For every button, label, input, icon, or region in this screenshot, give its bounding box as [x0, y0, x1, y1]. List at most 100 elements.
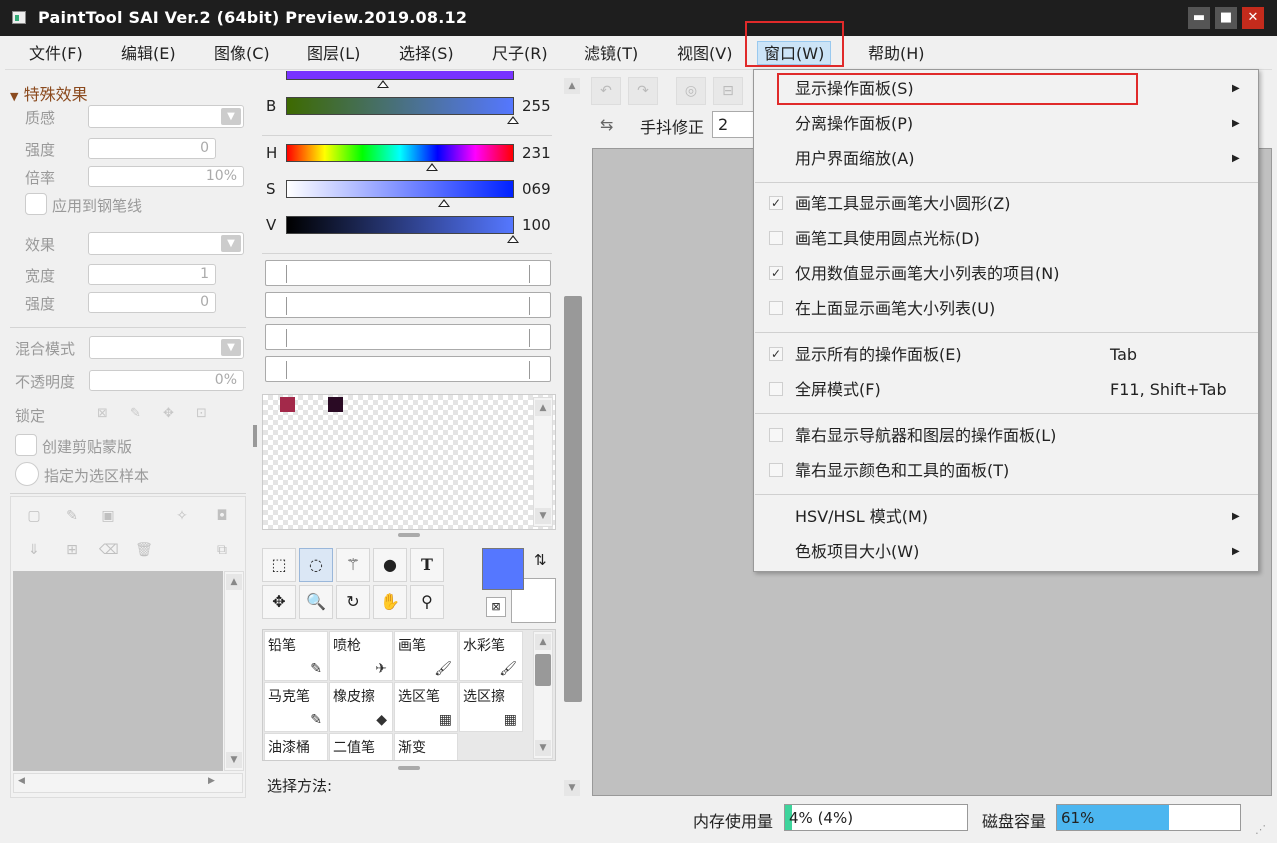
brush-marker[interactable]: 马克笔 ✎: [264, 682, 328, 732]
rect-select-tool[interactable]: ⬚: [262, 548, 296, 582]
brush-watercolor[interactable]: 水彩笔 🖌: [459, 631, 523, 681]
color-mix-bar-1[interactable]: [265, 260, 551, 286]
menu-select[interactable]: 选择(S): [393, 42, 460, 66]
hand-tool[interactable]: ✋: [373, 585, 407, 619]
layer-list[interactable]: [13, 571, 223, 771]
selection-sample-radio[interactable]: [15, 462, 39, 486]
menu-window[interactable]: 窗口(W): [757, 41, 832, 65]
menu-filter[interactable]: 滤镜(T): [578, 42, 644, 66]
maximize-button[interactable]: ■: [1215, 7, 1237, 29]
menu-numeric-size-list[interactable]: ✓ 仅用数值显示画笔大小列表的项目(N): [754, 256, 1258, 291]
brush-bucket[interactable]: 油漆桶: [264, 733, 328, 760]
effect-select[interactable]: ▼: [88, 232, 244, 255]
menu-swatch-size[interactable]: 色板项目大小(W) ▶: [754, 534, 1258, 569]
swatch-scrollbar[interactable]: ▲ ▼: [533, 397, 553, 527]
splitter-handle[interactable]: [398, 533, 420, 537]
mask-icon[interactable]: ◘: [213, 507, 231, 525]
texture-select[interactable]: ▼: [88, 105, 244, 128]
menu-navigator-right[interactable]: 靠右显示导航器和图层的操作面板(L): [754, 418, 1258, 453]
menu-hsv-hsl-mode[interactable]: HSV/HSL 模式(M) ▶: [754, 499, 1258, 534]
v-slider-thumb[interactable]: [507, 235, 519, 243]
brush-scrollbar[interactable]: ▲ ▼: [533, 631, 553, 759]
lasso-tool[interactable]: ◌: [299, 548, 333, 582]
clear-icon[interactable]: ⌫: [99, 541, 119, 559]
b-slider[interactable]: [286, 97, 514, 115]
s-value[interactable]: 069: [522, 180, 551, 198]
b-slider-thumb[interactable]: [507, 116, 519, 124]
menu-help[interactable]: 帮助(H): [862, 42, 931, 66]
swatch-palette[interactable]: ▲ ▼: [262, 394, 556, 530]
brush-brush[interactable]: 画笔 🖌: [394, 631, 458, 681]
reset-colors-icon[interactable]: ⊠: [486, 597, 506, 617]
undo-button[interactable]: ↶: [591, 77, 621, 105]
b-value[interactable]: 255: [522, 97, 551, 115]
scroll-down-icon[interactable]: ▼: [535, 508, 551, 524]
new-fx-layer-icon[interactable]: ✧: [173, 507, 191, 525]
color-swatch[interactable]: [328, 397, 343, 412]
brush-eraser[interactable]: 橡皮擦 ◆: [329, 682, 393, 732]
brush-gradient[interactable]: 渐变: [394, 733, 458, 760]
v-value[interactable]: 100: [522, 216, 551, 234]
flip-icon[interactable]: ⇆: [600, 115, 613, 134]
apply-pen-checkbox[interactable]: [25, 193, 47, 215]
scroll-up-icon[interactable]: ▲: [535, 634, 551, 650]
clipping-mask-checkbox[interactable]: [15, 434, 37, 456]
menu-ruler[interactable]: 尺子(R): [486, 42, 554, 66]
swap-colors-icon[interactable]: ⇅: [534, 551, 547, 569]
h-slider[interactable]: [286, 144, 514, 162]
scroll-up-icon[interactable]: ▲: [564, 78, 580, 94]
menu-color-tools-right[interactable]: 靠右显示颜色和工具的面板(T): [754, 453, 1258, 488]
color-mix-bar-4[interactable]: [265, 356, 551, 382]
scroll-left-icon[interactable]: ◀: [18, 776, 25, 786]
zoom-tool[interactable]: 🔍: [299, 585, 333, 619]
lock-all-icon[interactable]: ⊡: [196, 406, 207, 421]
scroll-right-icon[interactable]: ▶: [208, 776, 215, 786]
menu-detach-panels[interactable]: 分离操作面板(P) ▶: [754, 106, 1258, 141]
color-swatch[interactable]: [280, 397, 295, 412]
eyedropper-tool[interactable]: ⚲: [410, 585, 444, 619]
scale-input[interactable]: 10%: [88, 166, 244, 187]
blend-mode-select[interactable]: ▼: [89, 336, 244, 359]
color-mix-bar-3[interactable]: [265, 324, 551, 350]
primary-color-swatch[interactable]: [482, 548, 524, 590]
merge-icon[interactable]: ⊞: [63, 541, 81, 559]
v-slider[interactable]: [286, 216, 514, 234]
close-button[interactable]: ✕: [1242, 7, 1264, 29]
s-slider[interactable]: [286, 180, 514, 198]
scroll-down-icon[interactable]: ▼: [226, 752, 242, 768]
slider-thumb[interactable]: [377, 80, 389, 88]
menu-file[interactable]: 文件(F): [23, 42, 89, 66]
width-input[interactable]: 1: [88, 264, 216, 285]
menu-brush-circle[interactable]: ✓ 画笔工具显示画笔大小圆形(Z): [754, 186, 1258, 221]
stabilizer-input[interactable]: 2: [712, 111, 754, 138]
move-down-icon[interactable]: ⇓: [25, 541, 43, 559]
strength-input[interactable]: 0: [88, 138, 216, 159]
scroll-down-icon[interactable]: ▼: [564, 780, 580, 796]
menu-size-list-top[interactable]: 在上面显示画笔大小列表(U): [754, 291, 1258, 326]
panel-scrollbar[interactable]: ▲ ▼: [562, 76, 584, 798]
brush-airbrush[interactable]: 喷枪 ✈: [329, 631, 393, 681]
menu-show-all-panels[interactable]: ✓ 显示所有的操作面板(E) Tab: [754, 337, 1258, 372]
h-value[interactable]: 231: [522, 144, 551, 162]
group-icon[interactable]: ⧉: [213, 541, 231, 559]
scroll-up-icon[interactable]: ▲: [535, 400, 551, 416]
menu-ui-scale[interactable]: 用户界面缩放(A) ▶: [754, 141, 1258, 176]
r-slider-partial[interactable]: [286, 71, 514, 80]
scroll-thumb[interactable]: [564, 296, 582, 702]
brush-pencil[interactable]: 铅笔 ✎: [264, 631, 328, 681]
panel-resize-handle[interactable]: [253, 425, 257, 447]
scroll-down-icon[interactable]: ▼: [535, 740, 551, 756]
redo-button[interactable]: ↷: [628, 77, 658, 105]
scroll-up-icon[interactable]: ▲: [226, 574, 242, 590]
text-tool[interactable]: T: [410, 548, 444, 582]
invert-button[interactable]: ⊟: [713, 77, 743, 105]
move-tool[interactable]: ✥: [262, 585, 296, 619]
color-mix-bar-2[interactable]: [265, 292, 551, 318]
menu-show-panels[interactable]: 显示操作面板(S) ▶: [754, 71, 1258, 106]
menu-dot-cursor[interactable]: 画笔工具使用圆点光标(D): [754, 221, 1258, 256]
brush-select-eraser[interactable]: 选区擦 ▦: [459, 682, 523, 732]
brush-binary[interactable]: 二值笔: [329, 733, 393, 760]
menu-fullscreen[interactable]: 全屏模式(F) F11, Shift+Tab: [754, 372, 1258, 407]
menu-view[interactable]: 视图(V): [671, 42, 738, 66]
brush-select-pen[interactable]: 选区笔 ▦: [394, 682, 458, 732]
